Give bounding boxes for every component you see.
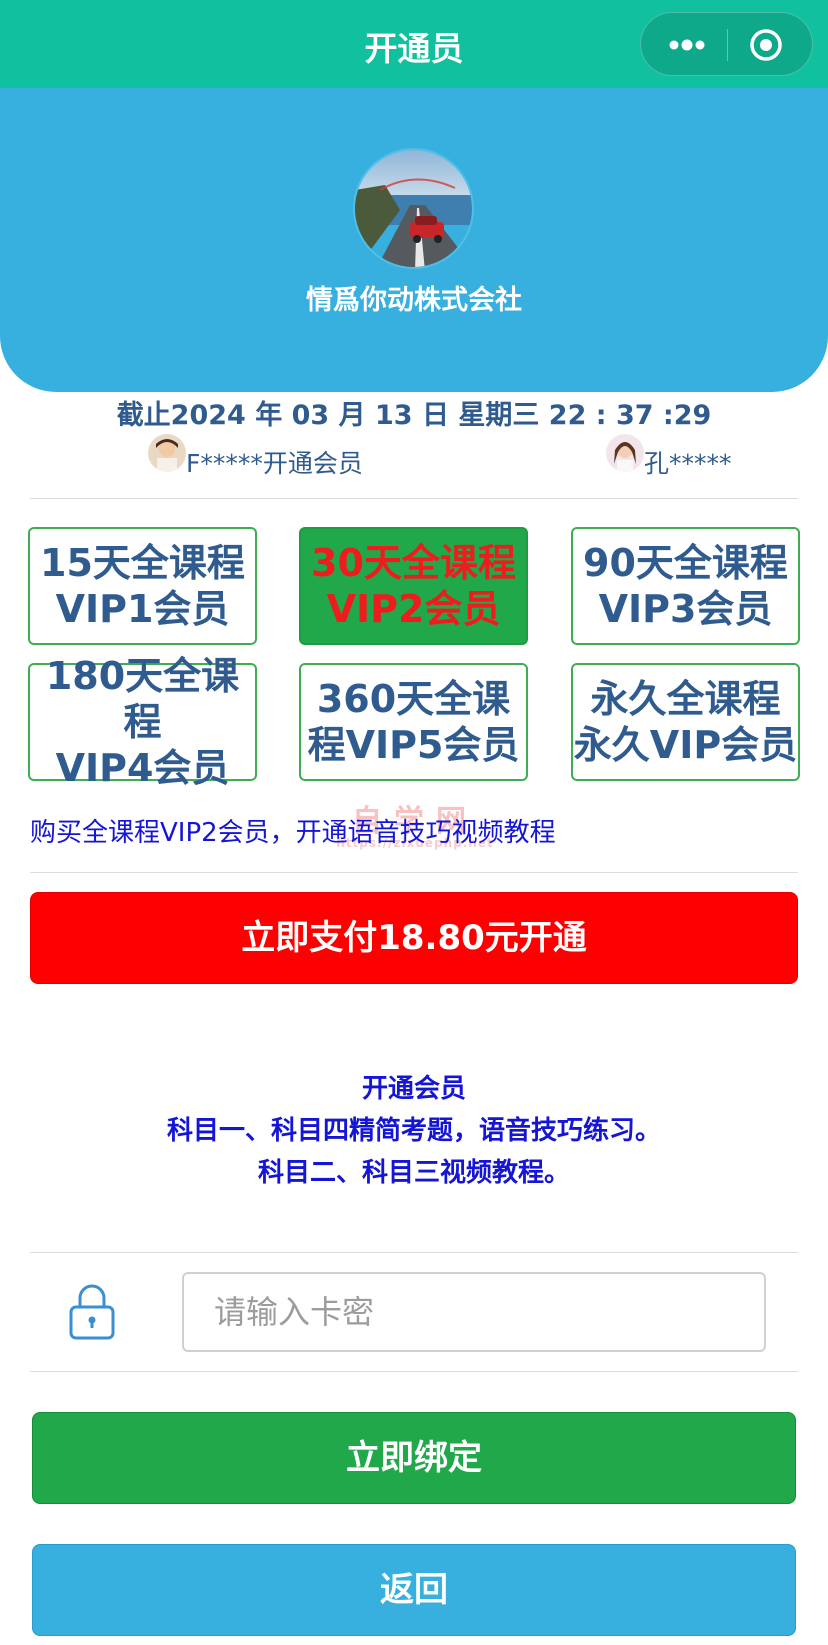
plan-line1: 90天全课程: [583, 541, 788, 585]
more-dots-icon[interactable]: [667, 33, 707, 57]
plan-line2: VIP4会员: [55, 746, 230, 790]
purchase-description: 购买全课程VIP2会员，开通语音技巧视频教程: [30, 818, 556, 848]
divider: [30, 872, 798, 873]
divider: [30, 498, 798, 499]
profile-name: 情爲你动株式会社: [306, 285, 522, 316]
plan-vip1[interactable]: 15天全课程 VIP1会员: [28, 527, 257, 645]
info-line: 科目一、科目四精简考题，语音技巧练习。: [166, 1116, 661, 1146]
mini-program-capsule: [640, 12, 813, 76]
back-button[interactable]: 返回: [32, 1544, 796, 1636]
divider: [30, 1371, 798, 1372]
lock-icon: [69, 1284, 115, 1340]
bind-button[interactable]: 立即绑定: [32, 1412, 796, 1504]
nav-bar: 开通员: [0, 0, 828, 88]
plan-line2: VIP2会员: [326, 587, 501, 631]
plan-line1: 15天全课程: [40, 541, 245, 585]
info-line: 科目二、科目三视频教程。: [257, 1158, 570, 1188]
membership-info: 开通会员 科目一、科目四精简考题，语音技巧练习。 科目二、科目三视频教程。: [0, 1068, 828, 1194]
plan-permanent-vip[interactable]: 永久全课程 永久VIP会员: [571, 663, 800, 781]
plan-vip3[interactable]: 90天全课程 VIP3会员: [571, 527, 800, 645]
capsule-divider: [727, 29, 728, 61]
card-key-input[interactable]: [182, 1272, 766, 1352]
avatar-image: [355, 150, 472, 267]
plan-line2: 永久VIP会员: [573, 723, 798, 767]
deadline-date: 截止2024 年 03 月 13 日 星期三 22 : 37 :29: [116, 400, 712, 431]
plan-line2: VIP1会员: [55, 587, 230, 631]
ticker-text: 孔*****: [644, 449, 732, 478]
user-avatar: [148, 434, 186, 472]
target-circle-icon[interactable]: [748, 27, 784, 63]
user-avatar: [606, 434, 644, 472]
plan-line1: 30天全课程: [311, 541, 516, 585]
plan-line1: 永久全课程: [590, 677, 781, 721]
plan-line1: 360天全课: [316, 677, 511, 721]
plan-vip4[interactable]: 180天全课程 VIP4会员: [28, 654, 257, 790]
plan-vip2[interactable]: 30天全课程 VIP2会员: [299, 527, 528, 645]
pay-button[interactable]: 立即支付18.80元开通: [30, 892, 798, 984]
plan-vip5[interactable]: 360天全课 程VIP5会员: [299, 663, 528, 781]
divider: [30, 1252, 798, 1253]
plan-line2: 程VIP5会员: [307, 723, 520, 767]
plan-line2: VIP3会员: [598, 587, 773, 631]
avatar[interactable]: [353, 148, 474, 269]
ticker-text: F*****开通会员: [186, 449, 363, 478]
plan-line1: 180天全课程: [45, 654, 240, 744]
profile-header: 情爲你动株式会社: [0, 88, 828, 392]
info-line: 开通会员: [361, 1074, 466, 1104]
